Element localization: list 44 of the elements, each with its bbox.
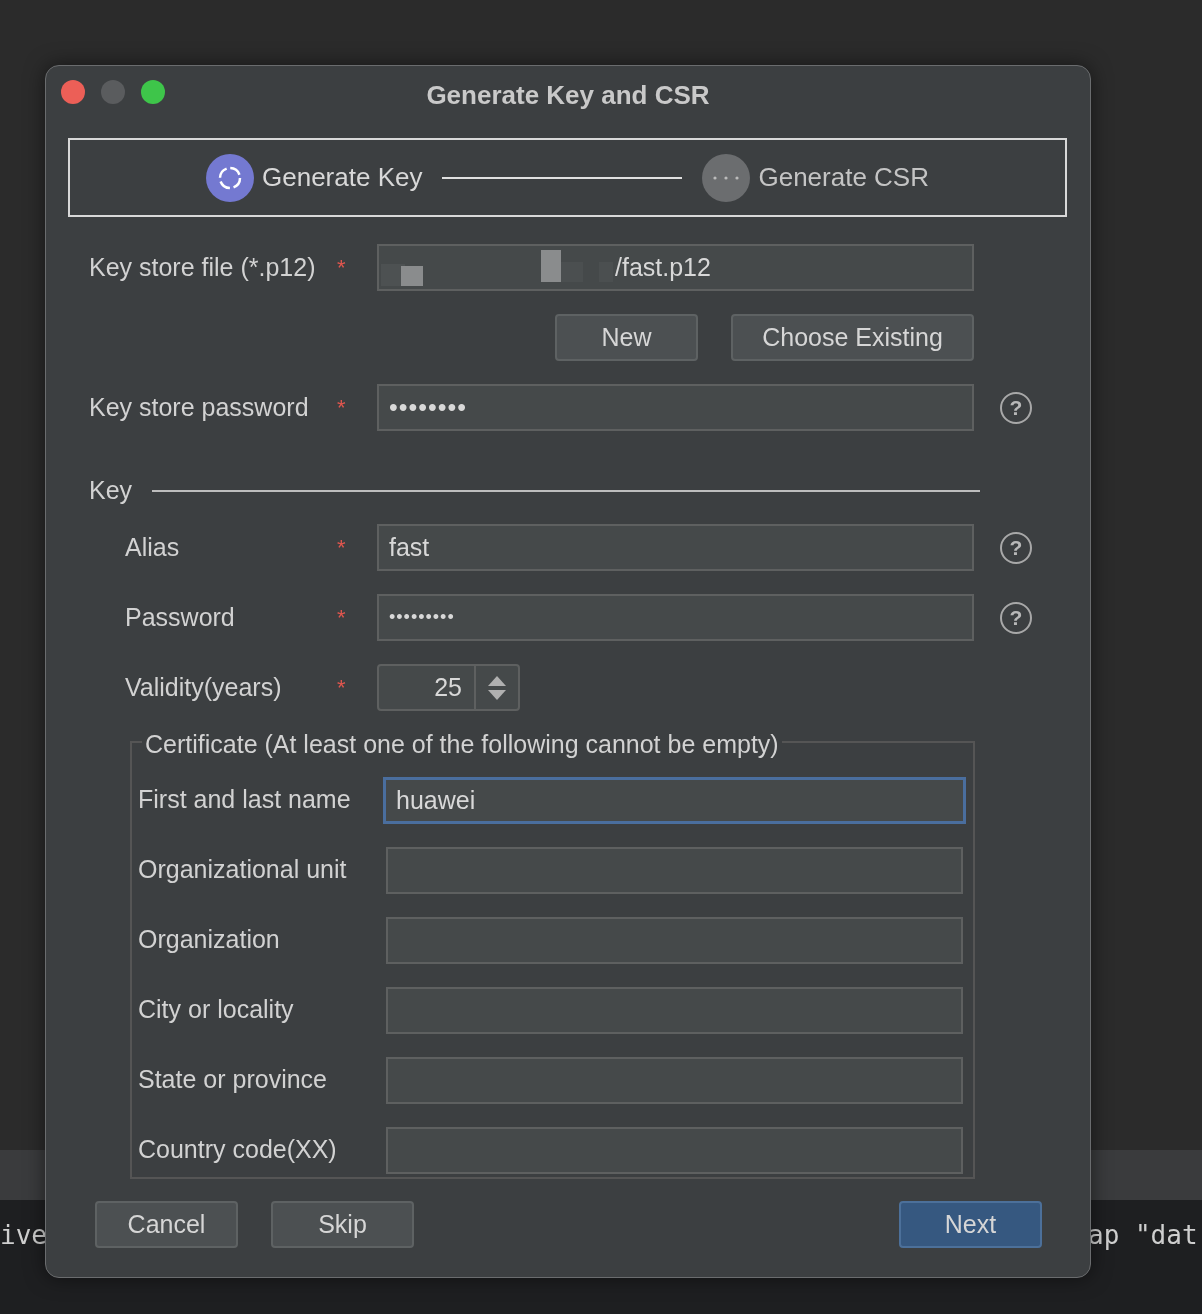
- field-label: Organization: [138, 924, 281, 956]
- window-title: Generate Key and CSR: [426, 79, 710, 112]
- text-field[interactable]: [386, 916, 963, 964]
- required-asterisk: *: [337, 535, 346, 560]
- field-label: Organizational unit: [138, 854, 348, 886]
- required-asterisk: *: [337, 395, 346, 420]
- required-asterisk: *: [337, 255, 346, 280]
- help-icon[interactable]: ?: [1000, 601, 1032, 634]
- required-asterisk: *: [337, 675, 346, 700]
- dialog-button[interactable]: Cancel: [95, 1201, 238, 1248]
- step-label: Generate Key: [262, 161, 423, 194]
- choose-existing-button[interactable]: Choose Existing: [731, 314, 974, 361]
- close-button[interactable]: [61, 80, 85, 104]
- password-field[interactable]: •••••••••: [377, 594, 974, 641]
- zoom-button[interactable]: [141, 80, 165, 104]
- step-label: Generate CSR: [758, 161, 929, 194]
- minimize-button[interactable]: [101, 80, 125, 104]
- field-label: State or province: [138, 1064, 328, 1096]
- text-field[interactable]: fast: [377, 524, 974, 571]
- text-field[interactable]: huawei: [383, 776, 966, 824]
- terminal-text: ap "dat: [1088, 1219, 1198, 1252]
- section-title: Key: [89, 475, 133, 507]
- field-label: Key store password: [89, 391, 310, 423]
- field-label: City or locality: [138, 994, 295, 1026]
- dialog-button[interactable]: Skip: [271, 1201, 414, 1248]
- field-label: Country code(XX): [138, 1134, 338, 1166]
- help-icon[interactable]: ?: [1000, 531, 1032, 564]
- text-field[interactable]: [386, 1056, 963, 1104]
- terminal-text: ive: [0, 1219, 47, 1252]
- field-label: Alias: [125, 531, 181, 563]
- password-field[interactable]: ••••••••: [377, 384, 974, 431]
- next-button[interactable]: Next: [899, 1201, 1042, 1248]
- field-label: Validity(years): [125, 671, 283, 703]
- text-field[interactable]: [386, 986, 963, 1034]
- field-label: Password: [125, 601, 236, 633]
- required-asterisk: *: [337, 605, 346, 630]
- help-icon[interactable]: ?: [1000, 391, 1032, 424]
- new-button[interactable]: New: [555, 314, 698, 361]
- text-field[interactable]: [386, 1126, 963, 1174]
- number-spinner[interactable]: 25: [377, 664, 520, 711]
- text-field[interactable]: [386, 846, 963, 894]
- field-label: First and last name: [138, 784, 352, 816]
- field-label: Key store file (*.p12): [89, 251, 317, 283]
- file-path-field[interactable]: /fast.p12: [377, 244, 974, 291]
